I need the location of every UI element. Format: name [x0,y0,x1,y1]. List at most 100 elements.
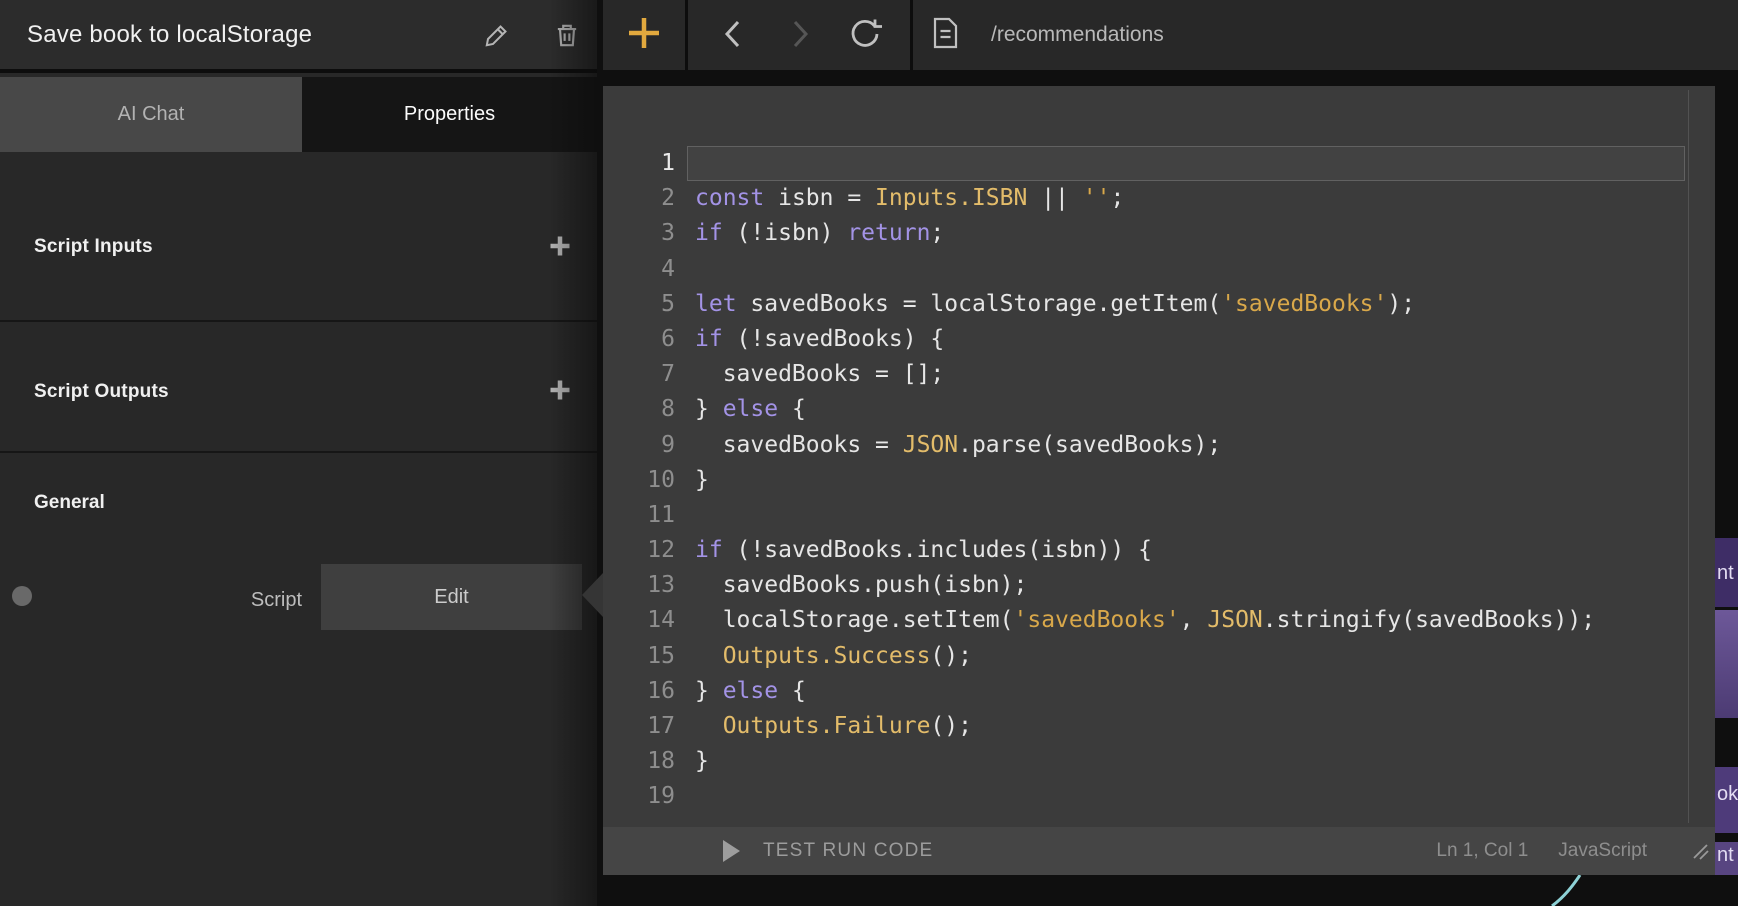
add-page-button[interactable] [603,0,685,70]
back-button[interactable] [714,15,754,55]
line-number: 14 [603,603,675,638]
canvas-button-fragment [1715,610,1738,718]
code-line-content: if (!savedBooks) { [687,322,1685,357]
line-number: 10 [603,463,675,498]
code-line[interactable]: 4 [603,252,1715,287]
play-icon [723,840,740,862]
line-number: 16 [603,674,675,709]
line-number: 11 [603,498,675,533]
code-line-content: savedBooks = JSON.parse(savedBooks); [687,428,1685,463]
input-port-dot [12,586,32,606]
code-line[interactable]: 7 savedBooks = []; [603,357,1715,392]
plus-icon [548,378,572,405]
section-general: General Script Edit [0,451,597,906]
tab-ai-chat[interactable]: AI Chat [0,77,302,152]
code-line[interactable]: 17 Outputs.Failure(); [603,709,1715,744]
code-line[interactable]: 6 if (!savedBooks) { [603,322,1715,357]
line-number: 2 [603,181,675,216]
forward-button[interactable] [779,15,819,55]
code-line-content: Outputs.Success(); [687,639,1685,674]
code-line-content: Outputs.Failure(); [687,709,1685,744]
section-script-outputs: Script Outputs [0,320,597,451]
section-label: Script Outputs [34,381,169,403]
section-label: Script Inputs [34,236,153,258]
app-root: Save book to localStorage [0,0,1738,906]
test-run-code-button[interactable]: TEST RUN CODE [723,840,933,862]
plus-icon [548,234,572,261]
node-titlebar: Save book to localStorage [0,0,597,73]
line-number: 5 [603,287,675,322]
line-number: 18 [603,744,675,779]
navigation-controls [688,0,910,70]
resize-handle[interactable] [1691,842,1709,860]
code-line-content: if (!savedBooks.includes(isbn)) { [687,533,1685,568]
code-line[interactable]: 1 [603,146,1715,181]
chevron-left-icon [719,17,749,54]
code-line[interactable]: 11 [603,498,1715,533]
canvas-button-fragment: ok [1715,767,1738,833]
line-number: 1 [603,146,675,181]
tab-properties[interactable]: Properties [302,77,597,152]
code-line-content: } else { [687,392,1685,427]
code-line[interactable]: 14 localStorage.setItem('savedBooks', JS… [603,603,1715,638]
add-script-input-button[interactable] [543,230,577,264]
line-number: 19 [603,779,675,814]
line-number: 8 [603,392,675,427]
code-line-content [687,779,1685,814]
code-line-content: let savedBooks = localStorage.getItem('s… [687,287,1685,322]
code-line-content: if (!isbn) return; [687,216,1685,251]
editor-statusbar: TEST RUN CODE Ln 1, Col 1 JavaScript [603,827,1715,875]
code-line[interactable]: 15 Outputs.Success(); [603,639,1715,674]
script-property-label: Script [160,589,302,612]
panel-tabs: AI Chat Properties [0,77,597,152]
code-editor-panel: 12 const isbn = Inputs.ISBN || '';3if (!i… [603,86,1715,875]
line-number: 6 [603,322,675,357]
rename-button[interactable] [475,14,519,58]
code-line-content: savedBooks = []; [687,357,1685,392]
code-line[interactable]: 16 } else { [603,674,1715,709]
line-number: 17 [603,709,675,744]
page-path: /recommendations [991,23,1164,47]
top-toolbar: /recommendations [603,0,1738,70]
line-number: 15 [603,639,675,674]
code-line-content: } [687,463,1685,498]
code-line-content: localStorage.setItem('savedBooks', JSON.… [687,603,1685,638]
code-line[interactable]: 10} [603,463,1715,498]
code-line[interactable]: 19 [603,779,1715,814]
canvas-curve-decoration [1548,875,1598,906]
add-script-output-button[interactable] [543,375,577,409]
delete-button[interactable] [545,14,589,58]
page-selector[interactable]: /recommendations [913,0,1738,70]
line-number: 12 [603,533,675,568]
script-edit-button[interactable]: Edit [321,564,582,630]
run-label: TEST RUN CODE [763,840,933,862]
code-line-content [687,498,1685,533]
code-surface[interactable]: 12 const isbn = Inputs.ISBN || '';3if (!i… [603,86,1715,827]
code-line-content: const isbn = Inputs.ISBN || ''; [687,181,1685,216]
chevron-right-icon [784,17,814,54]
code-line-content [687,146,1685,181]
code-line[interactable]: 5 let savedBooks = localStorage.getItem('… [603,287,1715,322]
code-line-content: savedBooks.push(isbn); [687,568,1685,603]
code-line[interactable]: 13 savedBooks.push(isbn); [603,568,1715,603]
cursor-position: Ln 1, Col 1 [1436,840,1528,862]
line-number: 13 [603,568,675,603]
code-line[interactable]: 18} [603,744,1715,779]
line-number: 7 [603,357,675,392]
code-line[interactable]: 3if (!isbn) return; [603,216,1715,251]
section-label: General [34,492,105,514]
pencil-icon [483,21,511,52]
line-number: 4 [603,252,675,287]
page-icon [931,17,959,54]
editor-callout-arrow [582,573,603,617]
code-line[interactable]: 9 savedBooks = JSON.parse(savedBooks); [603,428,1715,463]
language-label: JavaScript [1558,840,1647,862]
properties-panel: Save book to localStorage [0,0,597,906]
refresh-button[interactable] [845,15,885,55]
code-line[interactable]: 8 } else { [603,392,1715,427]
node-title: Save book to localStorage [27,21,312,49]
section-script-inputs: Script Inputs [0,152,597,320]
code-line[interactable]: 2 const isbn = Inputs.ISBN || ''; [603,181,1715,216]
code-line[interactable]: 12 if (!savedBooks.includes(isbn)) { [603,533,1715,568]
code-line-content: } else { [687,674,1685,709]
